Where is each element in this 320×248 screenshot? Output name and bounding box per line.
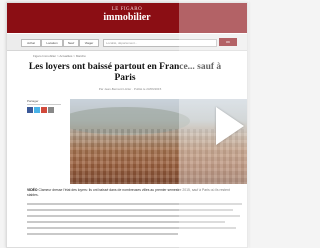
lede-kicker: VIDÉO bbox=[27, 188, 38, 192]
filter-viager[interactable]: Viager bbox=[79, 39, 99, 47]
share-box: Partager bbox=[27, 99, 61, 113]
facebook-icon[interactable] bbox=[27, 107, 33, 113]
next-arrow-icon[interactable] bbox=[216, 107, 244, 145]
filter-location[interactable]: Location bbox=[41, 39, 63, 47]
breadcrumb[interactable]: Figaro Immobilier > Actualités > Marché bbox=[33, 54, 86, 58]
filter-achat[interactable]: Achat bbox=[21, 39, 41, 47]
twitter-icon[interactable] bbox=[34, 107, 40, 113]
mail-icon[interactable] bbox=[48, 107, 54, 113]
filter-neuf[interactable]: Neuf bbox=[63, 39, 79, 47]
share-label: Partager bbox=[27, 99, 61, 105]
google-plus-icon[interactable] bbox=[41, 107, 47, 113]
